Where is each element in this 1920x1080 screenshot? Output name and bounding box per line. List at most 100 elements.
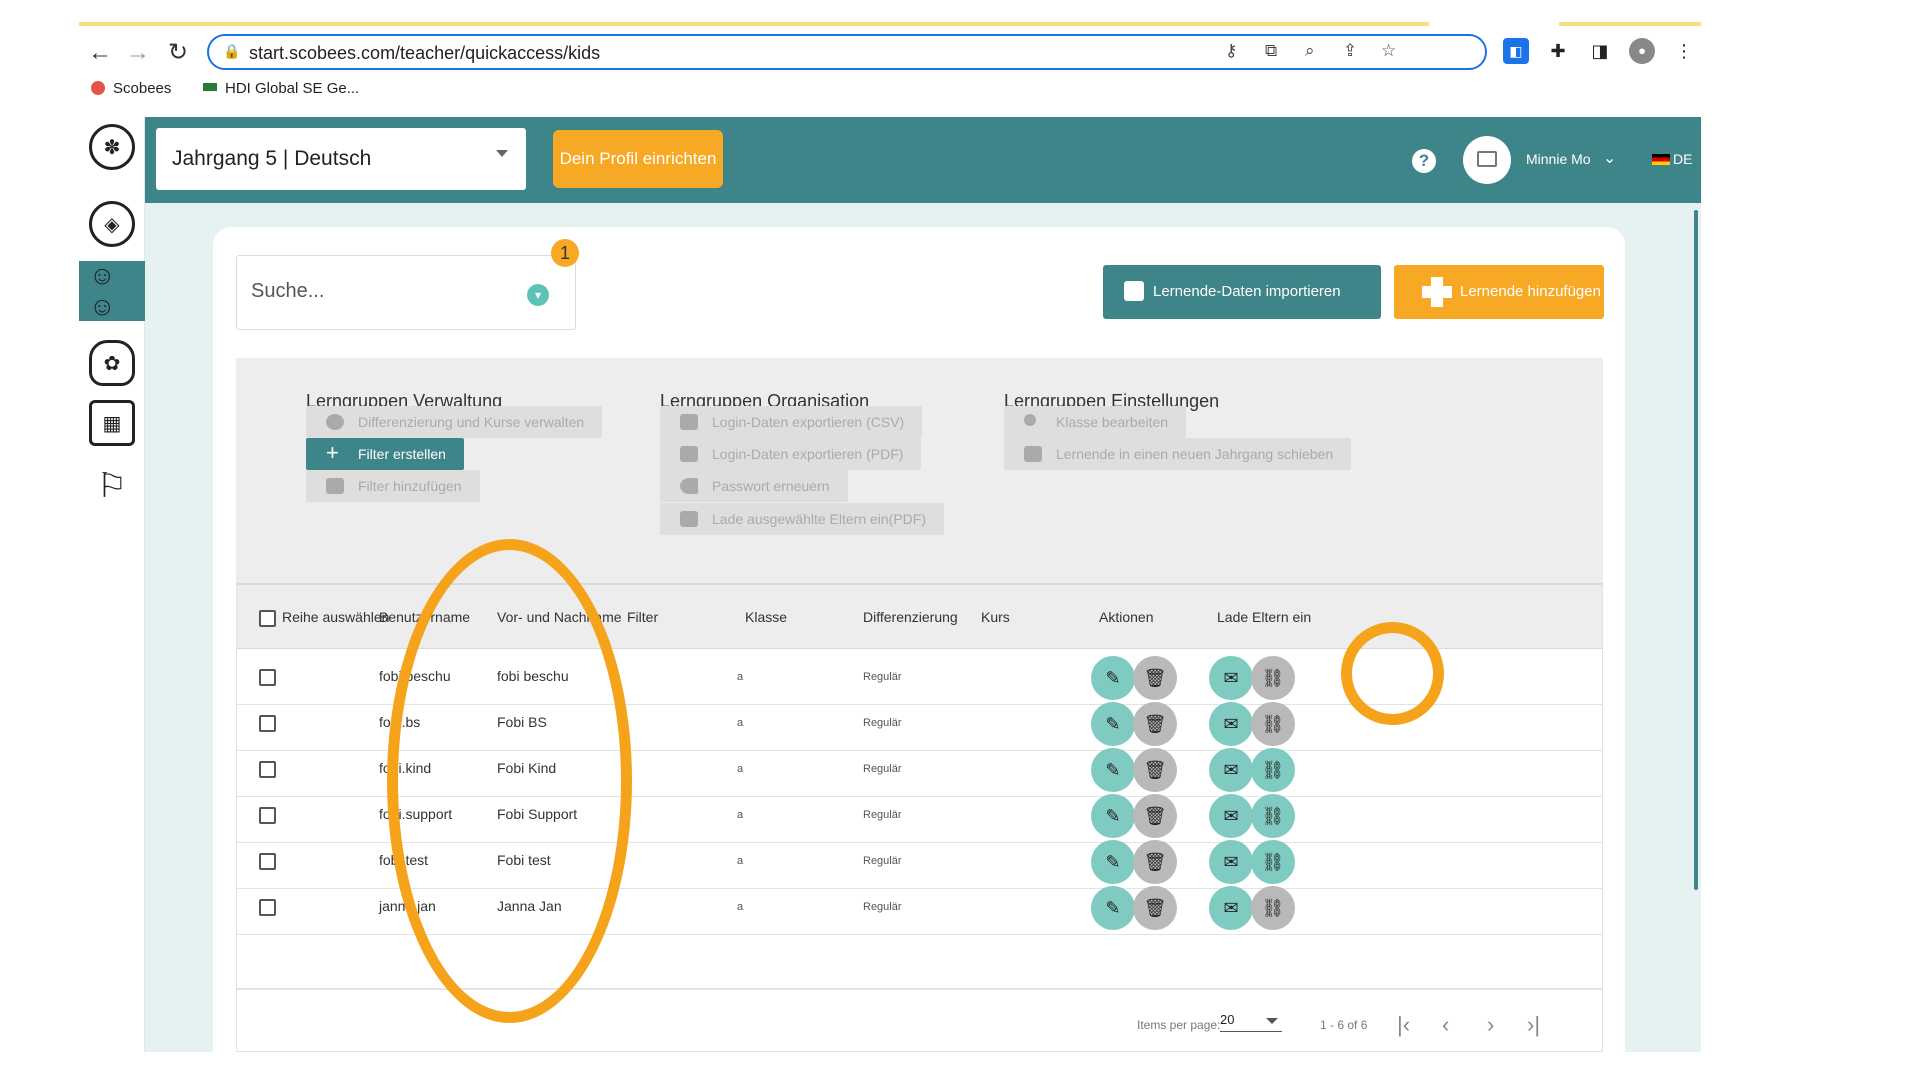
differentiation-cell: Regulär — [863, 763, 902, 775]
manage-differentiation-button[interactable]: Differenzierung und Kurse verwalten — [306, 406, 603, 438]
differentiation-cell: Regulär — [863, 717, 902, 729]
row-checkbox[interactable] — [259, 761, 276, 778]
export-login-csv-button[interactable]: Login-Daten exportieren (CSV) — [660, 406, 923, 438]
bookmark-hdi[interactable]: HDI Global SE Ge... — [203, 80, 359, 97]
column-header-course[interactable]: Kurs — [981, 609, 1010, 625]
invite-parents-button[interactable]: ✉ — [1209, 656, 1253, 700]
key-icon — [680, 478, 698, 494]
edit-button[interactable]: ✎ — [1091, 794, 1135, 838]
profile-avatar-icon[interactable]: ● — [1629, 38, 1655, 64]
delete-button[interactable]: 🗑 — [1133, 840, 1177, 884]
share-icon[interactable]: ⇪ — [1343, 41, 1357, 61]
search-box[interactable]: ▾ — [236, 255, 576, 330]
edit-button[interactable]: ✎ — [1091, 656, 1135, 700]
invite-parents-pdf-button[interactable]: Lade ausgewählte Eltern ein(PDF) — [660, 503, 945, 535]
previous-page-icon[interactable]: ‹ — [1442, 1012, 1449, 1038]
sidebar-item-bee[interactable]: ✿ — [79, 333, 145, 393]
sidebar-item-learners[interactable]: ☺☺ — [79, 260, 145, 321]
invite-parents-button[interactable]: ✉ — [1209, 794, 1253, 838]
add-filter-button[interactable]: Filter hinzufügen — [306, 470, 480, 502]
setup-profile-button[interactable]: Dein Profil einrichten — [553, 130, 723, 188]
row-checkbox[interactable] — [259, 853, 276, 870]
delete-button[interactable]: 🗑 — [1133, 748, 1177, 792]
invite-link-button[interactable]: ⛓ — [1251, 702, 1295, 746]
items-per-page-select[interactable]: 20 — [1220, 1012, 1282, 1032]
bookmark-scobees[interactable]: Scobees — [91, 80, 171, 97]
last-page-icon[interactable]: ›| — [1527, 1012, 1540, 1038]
class-cell: a — [737, 671, 744, 683]
first-page-icon[interactable]: |‹ — [1397, 1012, 1410, 1038]
trash-icon: 🗑 — [1143, 714, 1167, 734]
import-icon — [1124, 281, 1144, 301]
url-text[interactable]: start.scobees.com/teacher/quickaccess/ki… — [249, 43, 600, 64]
back-icon[interactable]: ← — [85, 38, 115, 68]
next-page-icon[interactable]: › — [1487, 1012, 1494, 1038]
export-login-pdf-button[interactable]: Login-Daten exportieren (PDF) — [660, 438, 922, 470]
row-checkbox[interactable] — [259, 899, 276, 916]
column-header-filter[interactable]: Filter — [627, 609, 658, 625]
import-csv-button[interactable]: Lernende-Daten importieren (CSV) — [1103, 265, 1381, 354]
bookmark-star-icon[interactable]: ☆ — [1381, 41, 1396, 61]
move-to-new-year-button[interactable]: Lernende in einen neuen Jahrgang schiebe… — [1004, 438, 1352, 470]
reload-icon[interactable]: ↻ — [163, 38, 193, 68]
renew-password-button[interactable]: Passwort erneuern — [660, 470, 848, 502]
forward-icon[interactable]: → — [123, 38, 153, 68]
zoom-icon[interactable]: ⌕ — [1305, 41, 1315, 61]
chevron-down-icon[interactable]: ⌄ — [1603, 148, 1616, 168]
column-header-class[interactable]: Klasse — [745, 609, 787, 625]
hdi-favicon-icon — [203, 83, 217, 91]
row-checkbox[interactable] — [259, 715, 276, 732]
sidebar-item-compass[interactable]: ◈ — [79, 194, 145, 254]
flag-icon: ⚐ — [89, 463, 135, 509]
edit-button[interactable]: ✎ — [1091, 748, 1135, 792]
add-learner-button[interactable]: Lernende hinzufügen — [1394, 265, 1604, 319]
search-input[interactable] — [251, 280, 501, 303]
create-filter-button[interactable]: + Filter erstellen — [306, 438, 464, 470]
invite-parents-button[interactable]: ✉ — [1209, 748, 1253, 792]
row-checkbox[interactable] — [259, 807, 276, 824]
column-header-differentiation[interactable]: Differenzierung — [863, 609, 958, 625]
language-switch[interactable]: DE — [1652, 151, 1692, 167]
select-all-checkbox[interactable] — [259, 610, 276, 627]
key-icon[interactable]: ⚷ — [1225, 41, 1237, 61]
column-header-username[interactable]: Benutzername — [379, 609, 470, 625]
delete-button[interactable]: 🗑 — [1133, 656, 1177, 700]
sidebar-item-flag[interactable]: ⚐ — [79, 456, 145, 516]
row-checkbox[interactable] — [259, 669, 276, 686]
side-panel-icon[interactable]: ◨ — [1587, 38, 1613, 64]
invite-link-button[interactable]: ⛓ — [1251, 794, 1295, 838]
invite-parents-button[interactable]: ✉ — [1209, 886, 1253, 930]
edit-button[interactable]: ✎ — [1091, 840, 1135, 884]
help-icon[interactable]: ? — [1412, 149, 1436, 173]
delete-button[interactable]: 🗑 — [1133, 702, 1177, 746]
address-bar[interactable]: 🔒 start.scobees.com/teacher/quickaccess/… — [207, 34, 1487, 70]
class-select[interactable]: Jahrgang 5 | Deutsch — [156, 128, 526, 190]
column-header-invite-parents: Lade Eltern ein — [1217, 609, 1312, 625]
export-icon — [680, 446, 698, 462]
scrollbar[interactable] — [1694, 210, 1698, 890]
avatar[interactable] — [1463, 136, 1511, 184]
delete-button[interactable]: 🗑 — [1133, 886, 1177, 930]
invite-parents-button[interactable]: ✉ — [1209, 840, 1253, 884]
column-header-fullname[interactable]: Vor- und Nachname — [497, 609, 622, 625]
puzzle-icon[interactable]: ✚ — [1545, 38, 1571, 64]
invite-parents-button[interactable]: ✉ — [1209, 702, 1253, 746]
invite-link-button[interactable]: ⛓ — [1251, 748, 1295, 792]
edit-button[interactable]: ✎ — [1091, 702, 1135, 746]
invite-link-button[interactable]: ⛓ — [1251, 886, 1295, 930]
extension-icon[interactable]: ◧ — [1503, 38, 1529, 64]
sidebar-item-palette[interactable]: ✽ — [79, 117, 145, 177]
invite-link-button[interactable]: ⛓ — [1251, 840, 1295, 884]
action-label: Passwort erneuern — [712, 478, 830, 494]
more-menu-icon[interactable]: ⋮ — [1671, 38, 1697, 64]
user-name[interactable]: Minnie Mo — [1526, 151, 1591, 167]
sidebar-item-calendar[interactable]: ▦ — [79, 393, 145, 453]
edit-class-button[interactable]: Klasse bearbeiten — [1004, 406, 1187, 438]
invite-link-button[interactable]: ⛓ — [1251, 656, 1295, 700]
table-row[interactable]: janna.jan Janna Jan a Regulär ✎ 🗑 ✉ ⛓ — [237, 879, 1602, 935]
filter-dropdown-icon[interactable]: ▾ — [527, 284, 549, 306]
column-header-actions: Aktionen — [1099, 609, 1154, 625]
edit-button[interactable]: ✎ — [1091, 886, 1135, 930]
open-external-icon[interactable]: ⧉ — [1265, 41, 1277, 61]
delete-button[interactable]: 🗑 — [1133, 794, 1177, 838]
